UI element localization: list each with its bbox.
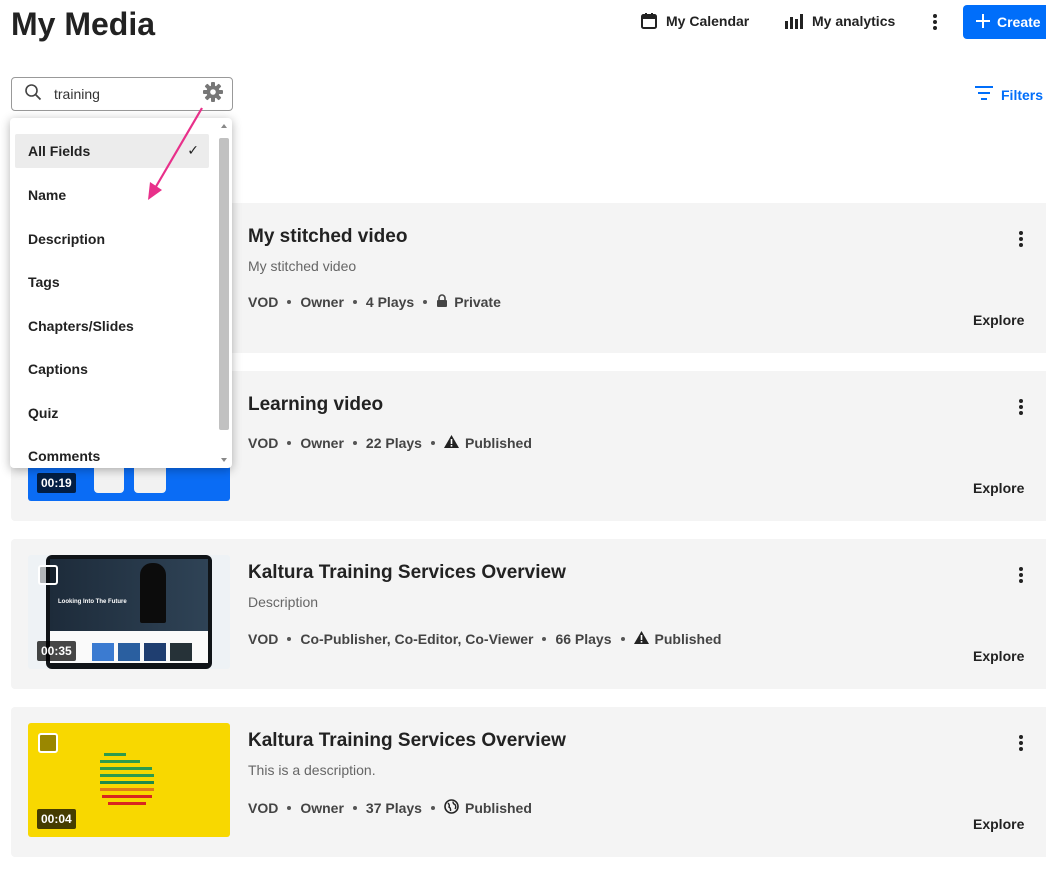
entry-more-icon[interactable] [1015,229,1027,249]
media-type: VOD [248,800,279,816]
media-status: Published [464,435,532,451]
plus-icon [975,13,991,32]
media-entry[interactable]: 00:04 Kaltura Training Services Overview… [11,707,1046,857]
lock-icon [436,294,448,310]
page-title: My Media [11,6,156,42]
globe-icon [444,799,459,817]
media-plays: 4 Plays [365,294,415,310]
search-input[interactable]: training [11,77,233,111]
search-field-option[interactable]: Description [15,222,209,256]
media-thumbnail[interactable]: 00:04 [28,723,230,837]
search-field-option[interactable]: Captions [15,352,209,386]
media-description: Description [248,594,319,610]
filters-button[interactable]: Filters [975,86,1043,103]
media-type: VOD [248,435,279,451]
explore-button[interactable]: Explore [973,816,1024,832]
explore-button[interactable]: Explore [973,480,1024,496]
select-checkbox[interactable] [38,565,58,585]
duration-badge: 00:04 [37,809,76,829]
scroll-down-icon[interactable] [221,458,227,462]
search-field-option[interactable]: Comments [15,439,209,468]
scrollbar-thumb[interactable] [219,138,229,430]
duration-badge: 00:35 [37,641,76,661]
media-role: Owner [300,294,344,310]
create-button[interactable]: Create [963,5,1046,39]
my-analytics-link[interactable]: My analytics [784,12,895,30]
search-field-option[interactable]: Quiz [15,396,209,430]
entry-more-icon[interactable] [1015,397,1027,417]
gear-icon[interactable] [202,81,224,108]
media-status: Published [654,631,722,647]
more-options-icon[interactable] [928,12,942,32]
filter-icon [975,86,993,103]
media-title[interactable]: Kaltura Training Services Overview [248,562,566,584]
select-checkbox[interactable] [38,733,58,753]
explore-button[interactable]: Explore [973,648,1024,664]
entry-more-icon[interactable] [1015,733,1027,753]
analytics-icon [784,12,804,30]
dropdown-scrollbar[interactable] [218,122,230,464]
search-fields-dropdown: All Fields ✓ Name Description Tags Chapt… [10,118,232,468]
warning-icon [443,435,459,451]
entry-more-icon[interactable] [1015,565,1027,585]
thumbnail-heading: Looking Into The Future [58,599,127,605]
media-type: VOD [248,294,279,310]
media-meta: VOD Co-Publisher, Co-Editor, Co-Viewer 6… [248,631,721,647]
media-title[interactable]: My stitched video [248,226,407,248]
calendar-icon [640,12,658,30]
media-meta: VOD Owner 4 Plays Private [248,294,501,310]
media-role: Owner [300,800,344,816]
search-field-option[interactable]: Name [15,178,209,212]
media-meta: VOD Owner 22 Plays Published [248,435,532,451]
search-field-option[interactable]: All Fields ✓ [15,134,209,168]
warning-icon [633,631,649,647]
my-calendar-label: My Calendar [666,13,750,29]
media-plays: 66 Plays [555,631,612,647]
duration-badge: 00:19 [37,473,76,493]
filters-label: Filters [1001,86,1044,103]
create-label: Create [997,14,1041,30]
my-calendar-link[interactable]: My Calendar [640,12,749,30]
search-icon [24,83,42,106]
media-thumbnail[interactable]: Looking Into The Future 00:35 [28,555,230,669]
media-role: Co-Publisher, Co-Editor, Co-Viewer [300,631,534,647]
media-meta: VOD Owner 37 Plays Published [248,799,532,817]
checkmark-icon: ✓ [187,142,199,158]
media-role: Owner [300,435,344,451]
search-field-option[interactable]: Tags [15,265,209,299]
scroll-up-icon[interactable] [221,124,227,128]
search-value[interactable]: training [54,86,202,102]
explore-button[interactable]: Explore [973,312,1024,328]
media-entry[interactable]: Looking Into The Future 00:35 Kaltura Tr… [11,539,1046,689]
media-status: Private [454,294,501,310]
media-plays: 37 Plays [365,800,422,816]
search-field-option[interactable]: Chapters/Slides [15,309,209,343]
my-analytics-label: My analytics [812,13,896,29]
media-status: Published [464,800,532,816]
media-type: VOD [248,631,279,647]
media-description: This is a description. [248,762,376,778]
media-description: My stitched video [248,258,357,274]
media-plays: 22 Plays [365,435,422,451]
media-title[interactable]: Kaltura Training Services Overview [248,730,566,752]
media-title[interactable]: Learning video [248,394,383,416]
